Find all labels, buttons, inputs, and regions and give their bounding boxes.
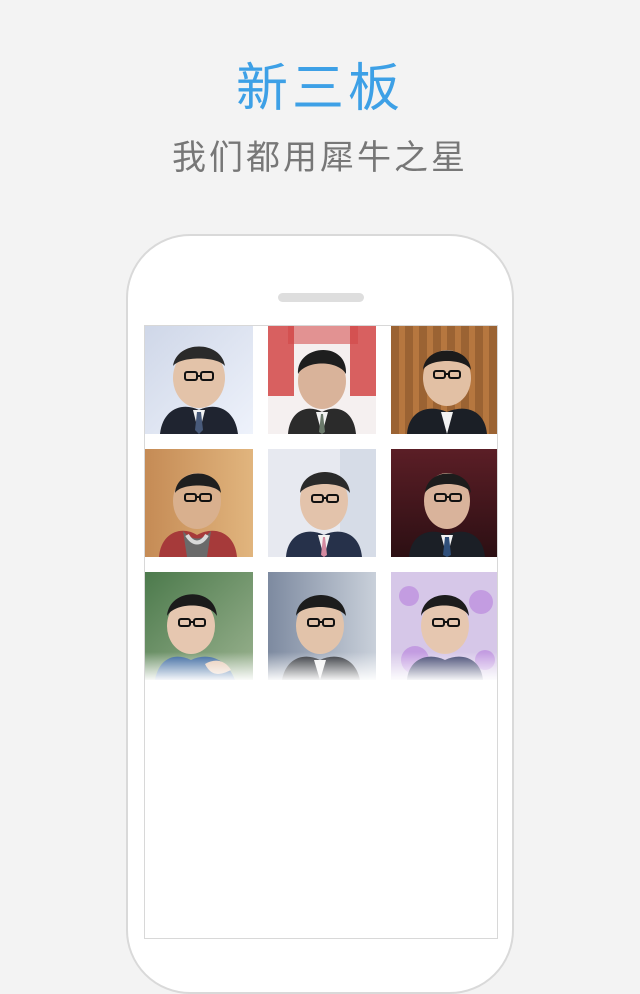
grid-photo[interactable]: [391, 326, 497, 434]
portrait-image: [145, 449, 253, 557]
phone-screen: [144, 325, 498, 939]
photo-fade: [391, 652, 497, 680]
avatar-grid: [145, 326, 497, 680]
phone-mockup: [126, 234, 514, 994]
grid-photo[interactable]: [145, 572, 253, 680]
grid-photo[interactable]: [268, 326, 376, 434]
portrait-image: [268, 449, 376, 557]
portrait-image: [268, 326, 376, 434]
phone-speaker: [278, 293, 364, 302]
portrait-image: [145, 326, 253, 434]
grid-photo[interactable]: [268, 449, 376, 557]
photo-fade: [145, 652, 253, 680]
portrait-image: [391, 326, 497, 434]
grid-photo[interactable]: [391, 572, 497, 680]
grid-photo[interactable]: [391, 449, 497, 557]
subline: 我们都用犀牛之星: [172, 138, 468, 178]
grid-photo[interactable]: [268, 572, 376, 680]
grid-photo[interactable]: [145, 326, 253, 434]
portrait-image: [391, 449, 497, 557]
grid-photo[interactable]: [145, 449, 253, 557]
photo-fade: [268, 652, 376, 680]
headline: 新三板: [235, 59, 404, 119]
